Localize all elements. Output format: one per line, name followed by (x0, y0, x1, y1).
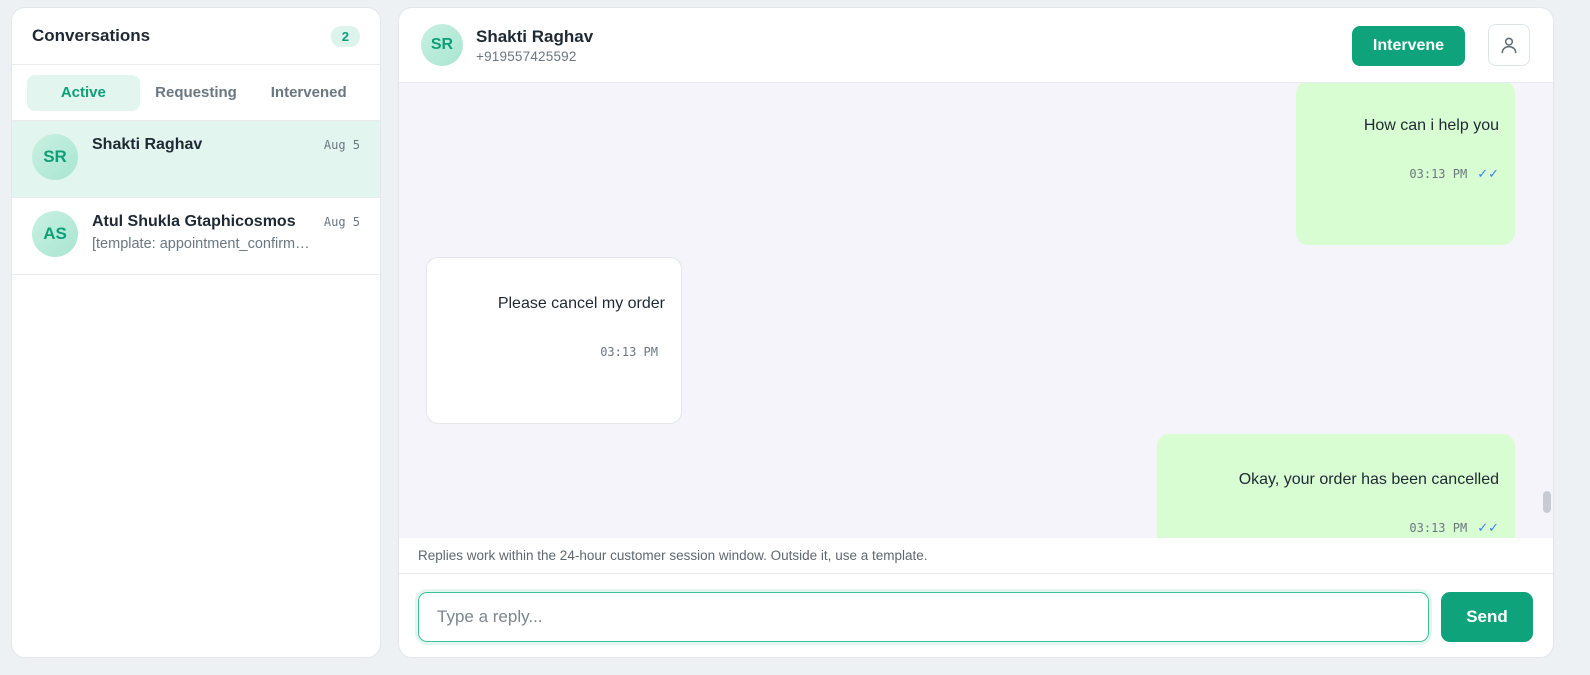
conversation-tabs: Active Requesting Intervened (12, 65, 380, 121)
read-ticks-icon: ✓✓ (1477, 167, 1499, 182)
contact-name: Shakti Raghav (476, 26, 594, 46)
conversation-preview: [template: appointment_confirmation] (92, 236, 312, 252)
tab-intervened[interactable]: Intervened (252, 75, 365, 111)
session-window-note: Replies work within the 24-hour customer… (399, 538, 1553, 574)
conversation-name: Atul Shukla Gtaphicosmos (92, 213, 296, 230)
message-bubble-incoming: Please cancel my order 03:13 PM (426, 257, 682, 424)
conversations-header: Conversations 2 (12, 8, 380, 65)
conversation-item-shakti-raghav[interactable]: SR Shakti Raghav Aug 5 (12, 121, 380, 198)
message-bubble-outgoing: Okay, your order has been cancelled 03:1… (1157, 434, 1515, 538)
avatar: SR (32, 134, 78, 180)
tab-requesting[interactable]: Requesting (140, 75, 253, 111)
conversation-date: Aug 5 (323, 138, 360, 152)
message-text: How can i help you (1363, 117, 1499, 134)
message-time: 03:13 PM (1409, 167, 1468, 181)
user-icon (1501, 37, 1517, 54)
message-list[interactable]: How can i help you 03:13 PM ✓✓ Please can… (399, 83, 1553, 538)
chat-header: SR Shakti Raghav +919557425592 Intervene (399, 8, 1553, 83)
intervene-button[interactable]: Intervene (1352, 26, 1465, 66)
conversation-date: Aug 5 (323, 215, 360, 229)
chat-panel: SR Shakti Raghav +919557425592 Intervene… (398, 7, 1554, 658)
reply-composer: Send (399, 574, 1553, 657)
contact-phone: +919557425592 (476, 48, 577, 64)
conversations-panel: Conversations 2 Active Requesting Interv… (11, 7, 381, 658)
conversations-title: Conversations (32, 26, 151, 45)
message-meta: 03:13 PM ✓✓ (1173, 521, 1499, 536)
conversation-count-badge: 2 (330, 25, 360, 47)
message-text: Okay, your order has been cancelled (1238, 471, 1499, 488)
contact-avatar: SR (421, 24, 463, 66)
read-ticks-icon: ✓✓ (1477, 521, 1499, 536)
message-text: Please cancel my order (497, 295, 665, 312)
avatar: AS (32, 211, 78, 257)
reply-input[interactable] (418, 591, 1429, 642)
conversation-item-atul-shukla[interactable]: AS Atul Shukla Gtaphicosmos [template: a… (12, 198, 380, 275)
user-profile-button[interactable] (1488, 24, 1530, 66)
send-button[interactable]: Send (1441, 591, 1533, 642)
message-meta: 03:13 PM ✓✓ (1312, 167, 1499, 182)
message-time: 03:13 PM (1409, 521, 1468, 535)
message-bubble-outgoing: How can i help you 03:13 PM ✓✓ (1296, 83, 1515, 245)
message-time: 03:13 PM (600, 345, 658, 359)
tab-active[interactable]: Active (27, 74, 140, 111)
conversation-name: Shakti Raghav (92, 136, 203, 153)
message-scrollbar[interactable] (1543, 491, 1551, 513)
